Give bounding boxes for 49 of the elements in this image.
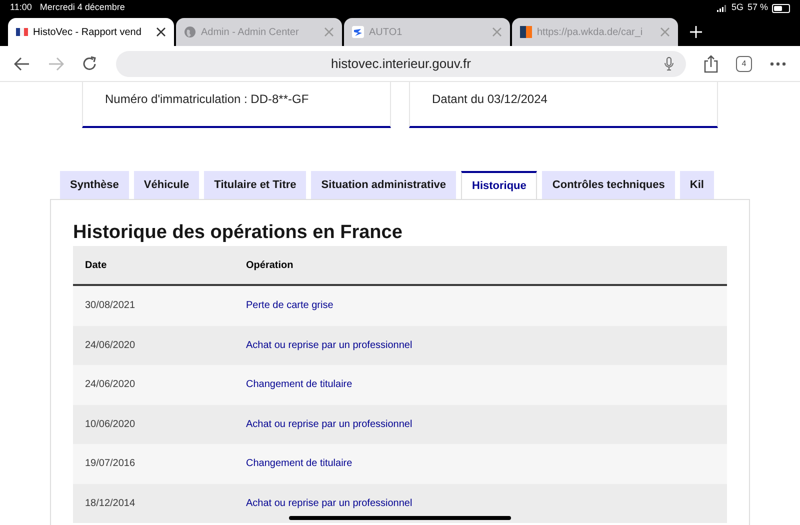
share-icon[interactable] [704, 54, 718, 72]
status-date: Mercredi 4 décembre [40, 1, 125, 14]
url-text: histovec.interieur.gouv.fr [331, 54, 471, 73]
signal-icon [717, 4, 728, 12]
network-label: 5G [731, 1, 744, 14]
operation-link[interactable]: Achat ou reprise par un professionnel [234, 338, 412, 353]
operation-link[interactable]: Changement de titulaire [234, 456, 352, 472]
page-tab[interactable]: Historique [461, 171, 538, 199]
browser-tab[interactable]: HistoVec - Rapport vend [8, 18, 174, 46]
close-icon[interactable] [156, 27, 166, 37]
page-tab[interactable]: Titulaire et Titre [204, 171, 306, 199]
date-cell-text: 18/12/2014 [84, 496, 136, 511]
date-cell-text: 24/06/2020 [84, 338, 136, 353]
reload-icon[interactable] [82, 56, 98, 72]
status-time: 11:00 [10, 1, 32, 14]
card-text: Datant du 03/12/2024 [432, 92, 548, 106]
page-tab[interactable]: Véhicule [134, 171, 200, 199]
favicon-icon [520, 26, 532, 38]
tab-count-button[interactable]: 4 [736, 56, 752, 72]
operation-link[interactable]: Changement de titulaire [234, 377, 352, 392]
operation-link[interactable]: Perte de carte grise [234, 298, 334, 314]
operation-link[interactable]: Achat ou reprise par un professionnel [234, 416, 412, 432]
new-tab-icon[interactable] [690, 26, 702, 38]
logo-icon [352, 26, 364, 38]
address-bar[interactable]: histovec.interieur.gouv.fr [116, 50, 686, 76]
battery-icon [772, 4, 790, 12]
tab-title: https://pa.wkda.de/car_i [537, 26, 643, 40]
page-tab[interactable]: Kil [680, 171, 714, 199]
date-cell-text: 24/06/2020 [84, 378, 136, 392]
back-icon[interactable] [14, 56, 30, 70]
flag-icon [16, 28, 28, 36]
section-title: Historique des opérations en France [73, 222, 404, 244]
more-icon[interactable] [770, 62, 786, 66]
tab-title: Admin - Admin Center [201, 26, 299, 40]
operation-link[interactable]: Achat ou reprise par un professionnel [234, 496, 412, 511]
date-cell-text: 10/06/2020 [84, 418, 136, 432]
tab-title: HistoVec - Rapport vend [33, 26, 142, 40]
date-cell-text: 30/08/2021 [84, 299, 136, 314]
page-tab[interactable]: Contrôles techniques [542, 171, 675, 199]
column-header: Date [84, 258, 108, 272]
page-tab[interactable]: Situation administrative [311, 171, 456, 199]
globe-icon [184, 26, 196, 38]
battery-percent: 57 % [747, 1, 768, 14]
column-header: Opération [245, 258, 294, 272]
date-cell-text: 19/07/2016 [84, 457, 136, 472]
tab-title: AUTO1 [369, 26, 402, 40]
card-text: Numéro d'immatriculation : DD-8**-GF [105, 92, 309, 106]
page-tab[interactable]: Synthèse [60, 171, 129, 199]
microphone-icon[interactable] [664, 56, 674, 70]
